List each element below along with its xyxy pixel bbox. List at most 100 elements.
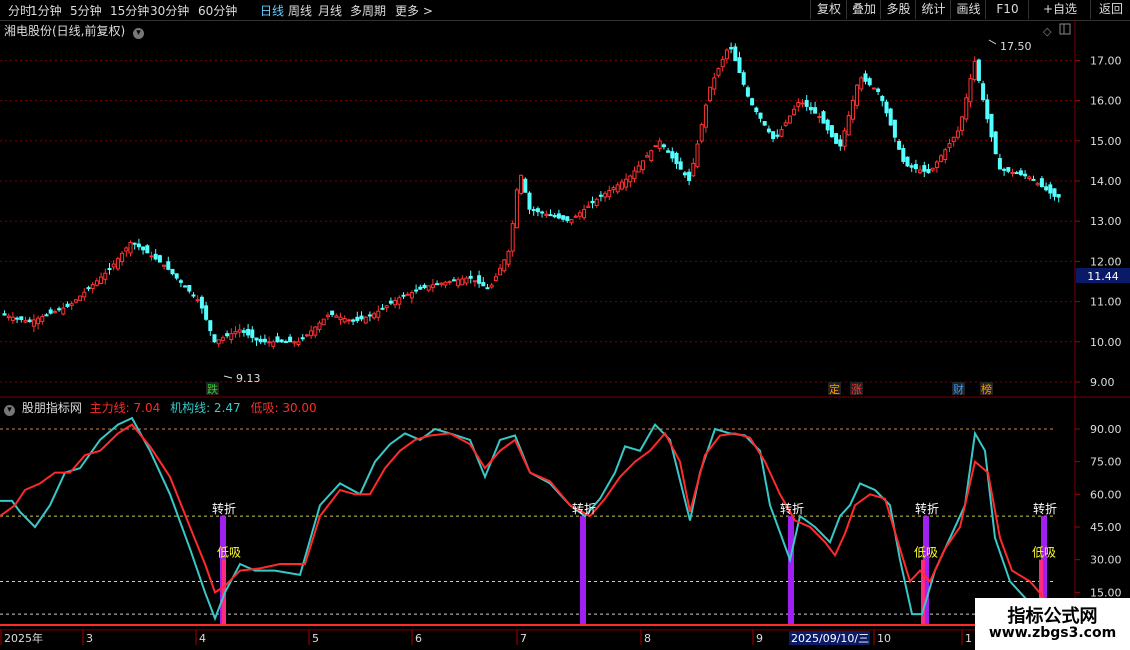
main-line-legend: 主力线: 7.04 xyxy=(89,401,161,415)
candle-body xyxy=(86,287,91,290)
price-axis-label: 14.00 xyxy=(1090,175,1122,188)
candle-body xyxy=(569,219,574,224)
candle-body xyxy=(968,78,973,103)
candle-body xyxy=(204,305,209,320)
candle-body xyxy=(208,320,213,332)
candle-body xyxy=(334,315,339,318)
candle-body xyxy=(65,303,70,307)
turn-signal-bar xyxy=(580,516,586,625)
candle-body xyxy=(750,98,755,106)
candle-body xyxy=(926,169,931,174)
candle-body xyxy=(939,155,944,162)
candle-body xyxy=(309,330,314,337)
candle-body xyxy=(565,216,570,222)
candle-body xyxy=(867,78,872,86)
turn-signal-label: 转折 xyxy=(915,501,939,516)
candle-body xyxy=(90,284,95,289)
candle-body xyxy=(78,295,83,301)
candle-body xyxy=(1031,178,1036,181)
indicator-axis-label: 90.00 xyxy=(1090,423,1122,436)
chevron-down-icon[interactable]: ▾ xyxy=(133,28,145,39)
event-marker[interactable]: 定 xyxy=(829,382,840,396)
candle-body xyxy=(111,263,116,268)
candle-body xyxy=(561,215,566,220)
candle-body xyxy=(212,334,217,343)
candle-body xyxy=(225,333,230,337)
price-axis-label: 15.00 xyxy=(1090,135,1122,148)
candle-body xyxy=(82,291,87,298)
candle-body xyxy=(808,106,813,111)
candle-body xyxy=(1023,173,1028,177)
candle-body xyxy=(850,99,855,120)
candle-body xyxy=(657,140,662,149)
candle-body xyxy=(796,102,801,107)
candle-body xyxy=(342,318,347,323)
candle-body xyxy=(477,275,482,284)
diamond-icon[interactable]: ◇ xyxy=(1043,25,1052,38)
turn-signal-label: 转折 xyxy=(572,501,596,516)
indicator-name: 股朋指标网 xyxy=(21,401,82,415)
candle-body xyxy=(422,284,427,289)
chart-canvas: 17.00 16.00 15.00 14.00 13.00 12.00 11.00 10.00… xyxy=(0,20,1130,650)
candle-body xyxy=(842,130,847,147)
candle-body xyxy=(300,337,305,340)
candle-body xyxy=(817,116,822,119)
event-marker[interactable]: 跌 xyxy=(207,382,218,396)
candle-body xyxy=(468,275,473,279)
candle-body xyxy=(393,299,398,306)
low-buy-label: 低吸 xyxy=(914,546,938,560)
event-marker[interactable]: 榜 xyxy=(981,382,992,396)
window-toggle-icon[interactable] xyxy=(1059,23,1071,35)
candle-body xyxy=(321,318,326,326)
candle-body xyxy=(372,313,377,319)
turn-signal-label: 转折 xyxy=(1033,501,1057,516)
candle-body xyxy=(666,150,671,153)
candle-body xyxy=(401,294,406,297)
date-axis-label: 8 xyxy=(644,632,651,645)
candle-body xyxy=(493,276,498,282)
candle-body xyxy=(863,73,868,82)
candle-body xyxy=(355,316,360,322)
candle-body xyxy=(556,213,561,219)
candle-body xyxy=(901,147,906,162)
price-axis-label: 12.00 xyxy=(1090,255,1122,268)
candle-body xyxy=(94,280,99,286)
event-marker[interactable]: 财 xyxy=(953,382,964,396)
candle-body xyxy=(258,338,263,343)
candle-body xyxy=(296,341,301,345)
candle-body xyxy=(439,282,444,285)
candle-body xyxy=(359,315,364,320)
candle-body xyxy=(989,113,994,138)
candle-body xyxy=(174,273,179,279)
candle-body xyxy=(729,47,734,50)
candle-body xyxy=(418,286,423,290)
candle-body xyxy=(985,99,990,120)
candle-body xyxy=(771,131,776,140)
chevron-down-icon[interactable]: ▾ xyxy=(4,405,15,416)
inst-line-legend: 机构线: 2.47 xyxy=(170,401,241,415)
candle-body xyxy=(531,209,536,212)
candle-body xyxy=(960,116,965,131)
candle-body xyxy=(632,170,637,180)
candle-body xyxy=(909,165,914,168)
candle-body xyxy=(145,245,150,254)
event-marker[interactable]: 涨 xyxy=(851,383,862,396)
candle-body xyxy=(540,211,545,214)
date-axis-label: 10 xyxy=(877,632,891,645)
candle-body xyxy=(519,174,524,194)
candle-body xyxy=(993,131,998,155)
candle-body xyxy=(687,171,692,181)
candle-body xyxy=(972,60,977,81)
stock-name: 湘电股份(日线,前复权) xyxy=(4,24,126,38)
candle-body xyxy=(594,198,599,206)
candle-body xyxy=(166,261,171,270)
candle-body xyxy=(52,310,57,314)
high-pointer xyxy=(988,39,997,45)
candle-body xyxy=(338,316,343,321)
candle-body xyxy=(871,87,876,90)
candle-body xyxy=(325,314,330,318)
candle-body xyxy=(918,169,923,174)
candle-body xyxy=(317,322,322,330)
candle-body xyxy=(115,258,120,270)
candle-body xyxy=(834,133,839,144)
